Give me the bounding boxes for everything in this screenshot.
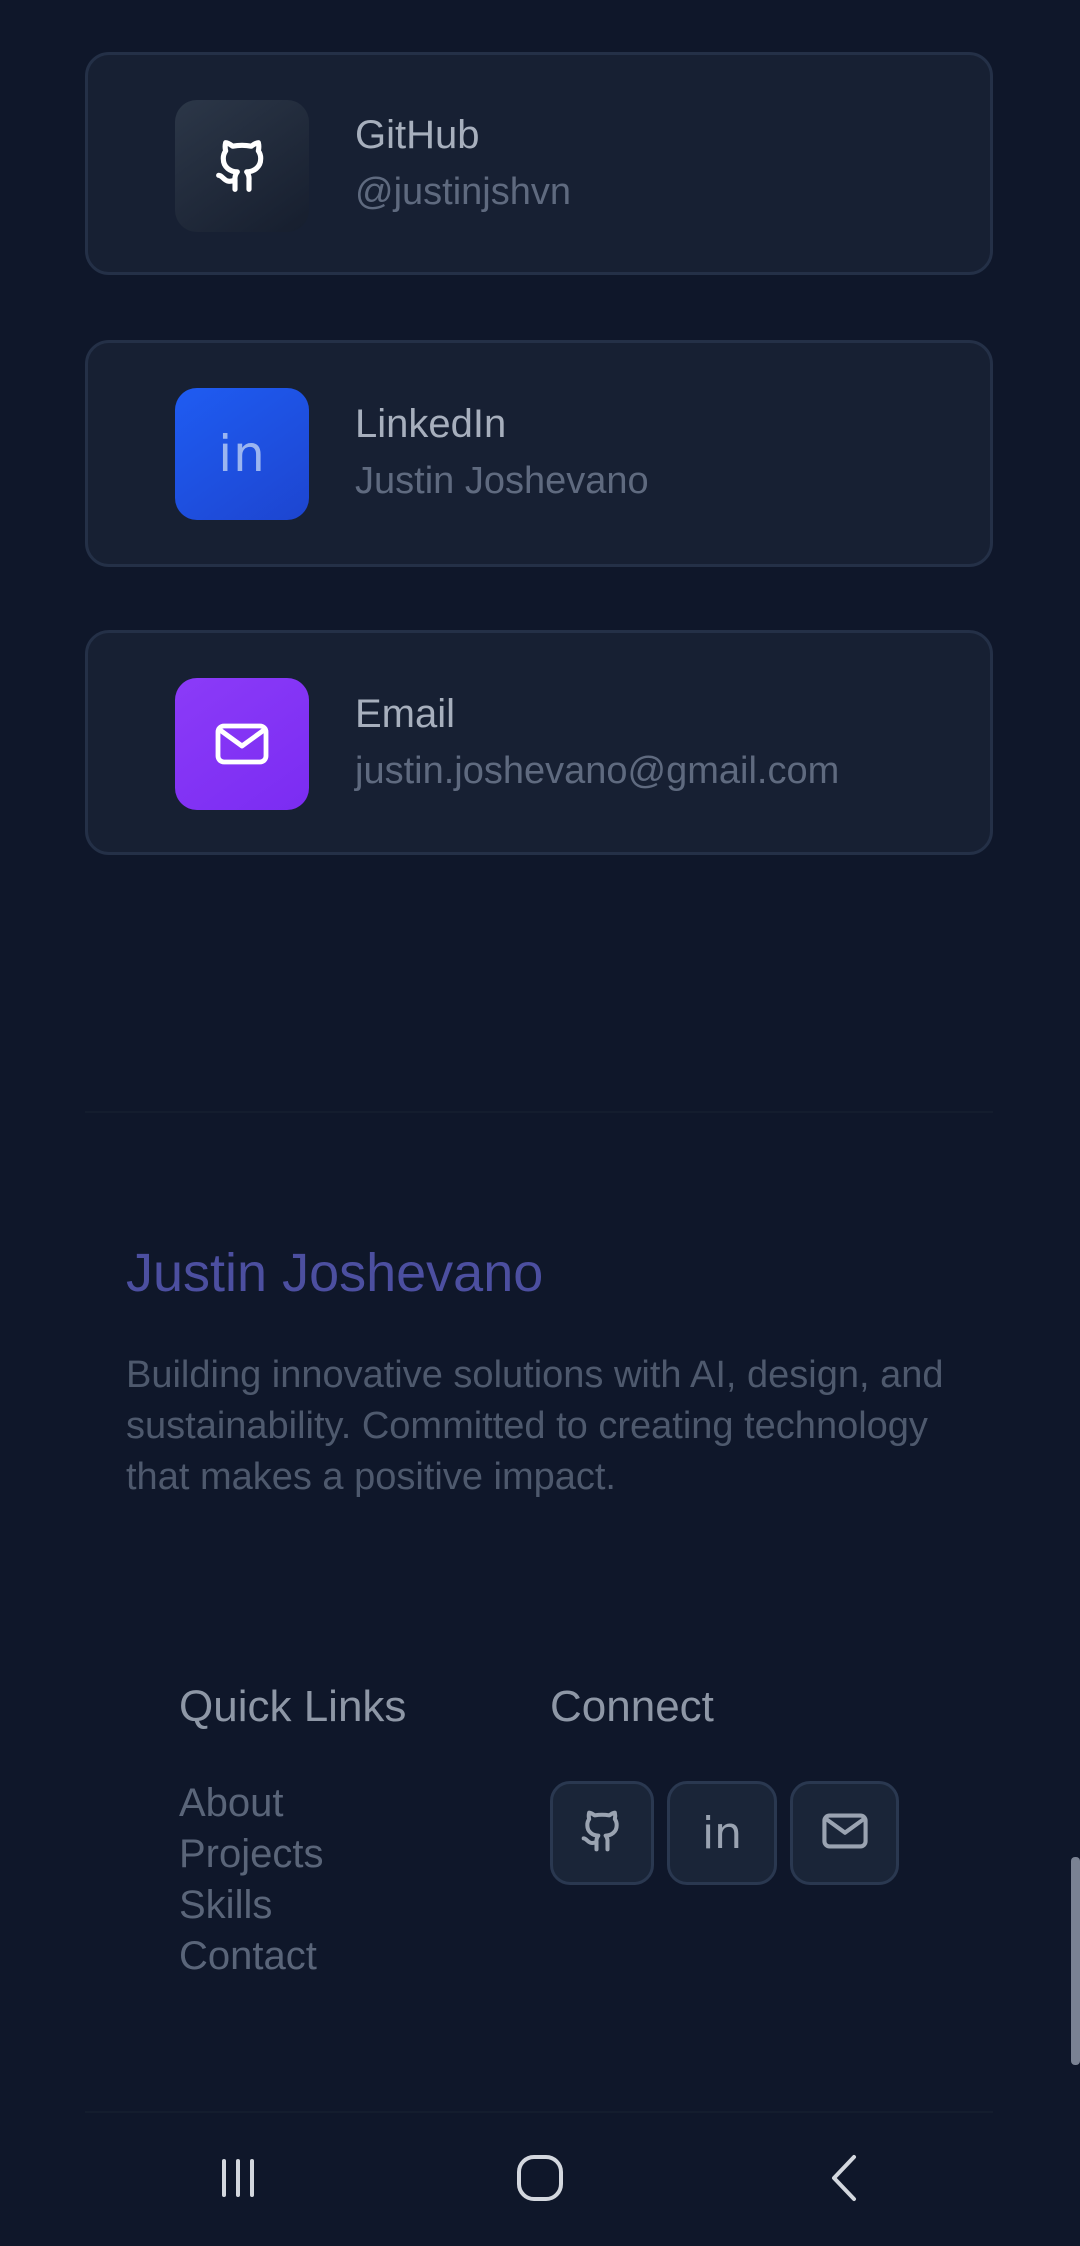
github-icon: [580, 1808, 624, 1859]
contact-card-title: LinkedIn: [355, 402, 507, 446]
social-linkedin-button[interactable]: in: [667, 1781, 777, 1885]
contact-card-subtitle: Justin Joshevano: [355, 460, 649, 502]
home-button[interactable]: [500, 2146, 580, 2210]
social-email-button[interactable]: [790, 1781, 899, 1885]
email-icon: [175, 678, 309, 810]
contact-card-title: Email: [355, 692, 456, 736]
email-icon: [821, 1812, 869, 1855]
contact-card-github[interactable]: GitHub @justinjshvn: [85, 52, 993, 275]
footer-divider: [85, 1111, 993, 1113]
back-icon: [832, 2155, 856, 2201]
home-icon: [517, 2155, 563, 2201]
scrollbar-thumb[interactable]: [1071, 1857, 1080, 2065]
footer-name: Justin Joshevano: [126, 1243, 544, 1303]
quick-links-list: About Projects Skills Contact: [179, 1778, 324, 1982]
linkedin-glyph: in: [218, 425, 266, 483]
recent-apps-icon: [222, 2159, 254, 2197]
contact-card-email[interactable]: Email justin.joshevano@gmail.com: [85, 630, 993, 855]
quick-link-contact[interactable]: Contact: [179, 1931, 324, 1982]
recent-apps-button[interactable]: [198, 2146, 278, 2210]
quick-link-about[interactable]: About: [179, 1778, 324, 1829]
contact-card-linkedin[interactable]: in LinkedIn Justin Joshevano: [85, 340, 993, 567]
linkedin-icon: in: [701, 1807, 743, 1859]
github-icon: [175, 100, 309, 232]
quick-link-skills[interactable]: Skills: [179, 1880, 324, 1931]
linkedin-icon: in: [175, 388, 309, 520]
system-navigation-bar: [0, 2110, 1080, 2246]
connect-title: Connect: [550, 1682, 714, 1731]
quick-links-title: Quick Links: [179, 1682, 407, 1731]
quick-link-projects[interactable]: Projects: [179, 1829, 324, 1880]
back-button[interactable]: [804, 2146, 884, 2210]
social-github-button[interactable]: [550, 1781, 654, 1885]
footer-description: Building innovative solutions with AI, d…: [126, 1354, 944, 1498]
portfolio-page: GitHub @justinjshvn in LinkedIn Justin J…: [0, 0, 1080, 2246]
contact-card-subtitle: justin.joshevano@gmail.com: [355, 750, 840, 792]
contact-card-title: GitHub: [355, 113, 480, 157]
contact-card-subtitle: @justinjshvn: [355, 171, 571, 213]
